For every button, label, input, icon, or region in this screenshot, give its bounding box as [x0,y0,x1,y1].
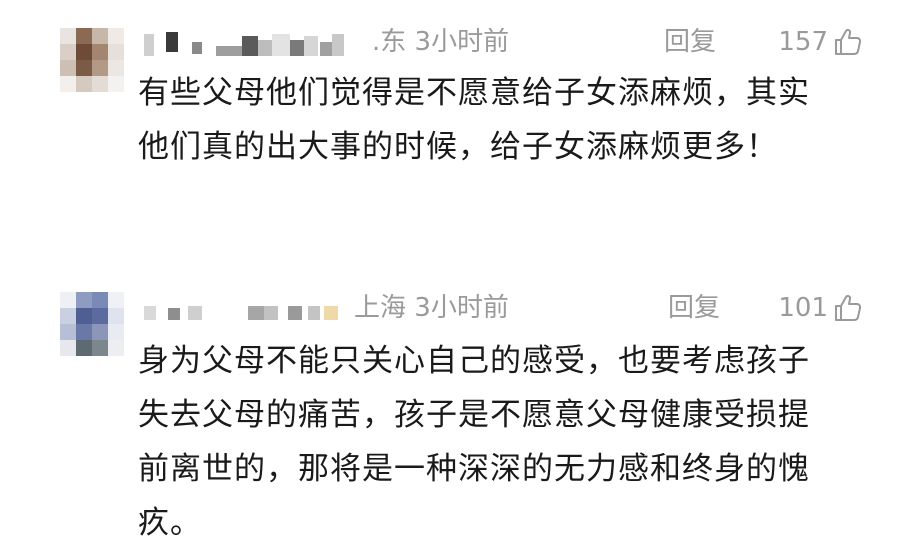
avatar-pixel [76,324,92,340]
avatar-pixel [108,308,124,324]
avatar-pixel [76,292,92,308]
comment-time: 3小时前 [414,293,509,323]
reply-button[interactable]: 回复 [668,288,720,328]
avatar-pixel [92,76,108,92]
avatar-pixel [92,28,108,44]
avatar-pixel [92,340,108,356]
avatar[interactable] [60,28,124,92]
comment-location: 上海 [354,293,407,323]
like-count: 157 [778,27,828,57]
avatar-pixel [60,44,76,60]
avatar-pixel [92,292,108,308]
avatar-pixel [108,28,124,44]
comment-location: .东 [372,27,407,57]
avatar[interactable] [60,292,124,356]
comment-item: 上海 3小时前 回复 101 身为父母不能只关心自己的感受，也要考虑孩子失去父母… [0,270,900,550]
thumbs-up-icon [835,294,862,321]
avatar-pixel [92,308,108,324]
reply-button[interactable]: 回复 [664,22,716,62]
comment-location-time: .东 3小时前 [372,22,509,62]
avatar-pixel [108,324,124,340]
avatar-pixel [92,44,108,60]
avatar-pixel [76,340,92,356]
like-button[interactable]: 157 [778,22,864,62]
avatar-pixel [60,308,76,324]
comment-location-time: 上海 3小时前 [354,288,509,328]
comment-item: .东 3小时前 回复 157 有些父母他们觉得是不愿意给子女添麻烦，其实他们真的… [0,0,900,270]
username-redacted[interactable] [140,26,370,58]
avatar-pixel [76,308,92,324]
avatar-pixel [60,76,76,92]
avatar-pixel [108,60,124,76]
thumbs-up-icon [835,28,862,55]
avatar-pixel [76,44,92,60]
avatar-pixel [92,60,108,76]
avatar-pixel [108,292,124,308]
avatar-pixel [92,324,108,340]
avatar-pixel [60,28,76,44]
comment-time: 3小时前 [414,27,510,57]
avatar-pixel [108,76,124,92]
comment-meta: .东 3小时前 回复 157 [140,22,864,62]
avatar-pixel [108,340,124,356]
avatar-pixel [60,340,76,356]
avatar-pixel [76,76,92,92]
like-button[interactable]: 101 [778,288,864,328]
comment-text: 身为父母不能只关心自己的感受，也要考虑孩子失去父母的痛苦，孩子是不愿意父母健康受… [138,343,810,541]
comment-meta: 上海 3小时前 回复 101 [140,288,864,328]
avatar-pixel [60,292,76,308]
avatar-pixel [76,28,92,44]
avatar-pixel [76,60,92,76]
comment-text: 有些父母他们觉得是不愿意给子女添麻烦，其实他们真的出大事的时候，给子女添麻烦更多… [138,75,810,165]
avatar-pixel [108,44,124,60]
like-count: 101 [778,293,828,323]
username-redacted[interactable] [140,292,370,324]
avatar-pixel [60,60,76,76]
avatar-pixel [60,324,76,340]
